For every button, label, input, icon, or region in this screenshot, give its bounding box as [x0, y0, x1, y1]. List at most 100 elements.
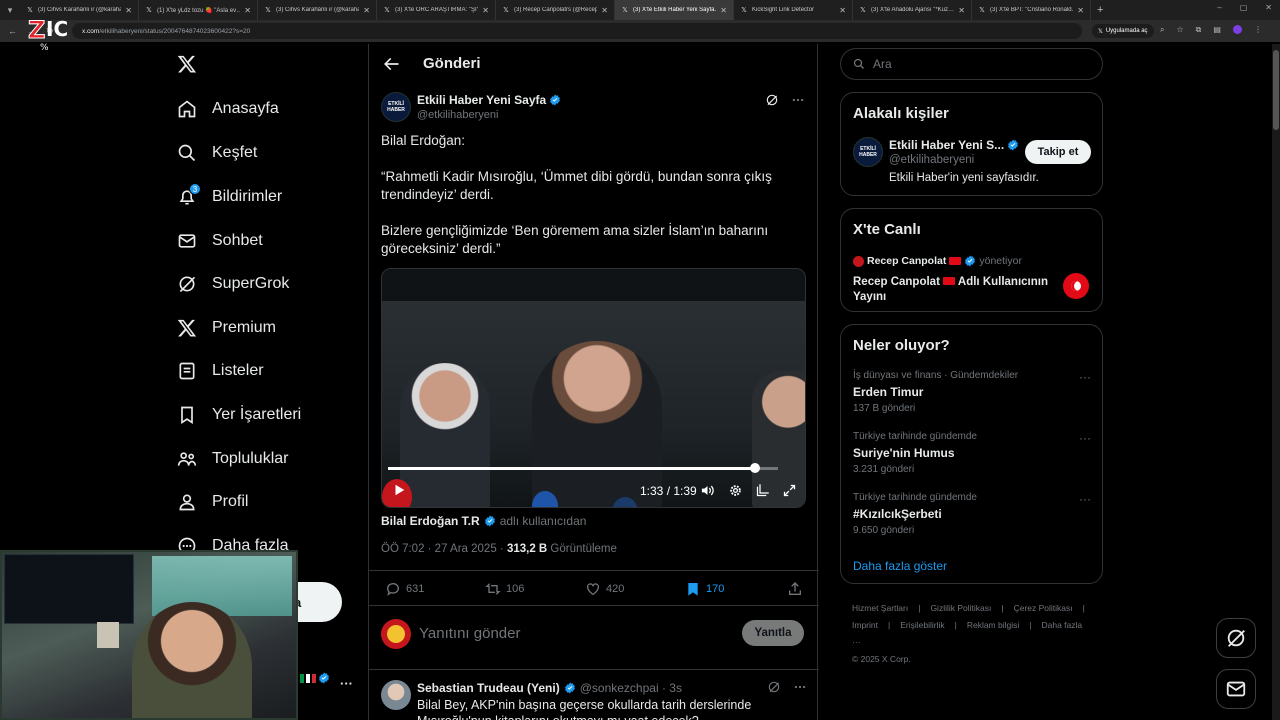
bookmark-button[interactable]: 170 — [685, 581, 724, 597]
browser-tab[interactable]: 𝕏 (3) X'te Anadolu Ajansı "*Kuz… ✕ — [853, 0, 972, 20]
browser-tab[interactable]: 𝕏 (3) Cihvs Karahânli ır (@karahan… ✕ — [258, 0, 377, 20]
live-stream-title[interactable]: Recep Canpolat Adlı Kullanıcının Yayını — [853, 275, 1053, 305]
tab-close-icon[interactable]: ✕ — [958, 6, 965, 15]
tab-close-icon[interactable]: ✕ — [482, 6, 489, 15]
search-input[interactable]: Ara — [840, 48, 1103, 80]
browser-tab[interactable]: 𝕏 KickSight Link Detector ✕ — [734, 0, 853, 20]
reply-author-row: Sebastian Trudeau (Yeni) @sonkezchpai · … — [417, 681, 682, 695]
like-button[interactable]: 420 — [585, 581, 624, 597]
footer-link[interactable]: Imprint — [852, 620, 878, 630]
menu-icon[interactable]: ⋮ — [1254, 25, 1262, 36]
video-credit[interactable]: Bilal Erdoğan T.R adlı kullanıcıdan — [381, 514, 586, 528]
related-avatar[interactable]: ETKİLİ HABER — [853, 137, 883, 167]
reply-icon — [387, 583, 399, 596]
browser-tab[interactable]: 𝕏 (3) X'te ORC ARAŞTIRMA: "ŞİYA… ✕ — [377, 0, 496, 20]
user-avatar[interactable] — [381, 619, 411, 649]
trend-item[interactable]: İş dünyası ve finans · Gündemdekiler Erde… — [853, 370, 1093, 414]
grok-icon[interactable] — [767, 680, 781, 694]
footer-link[interactable]: Hizmet Şartları — [852, 603, 908, 613]
back-arrow-icon[interactable] — [381, 54, 401, 74]
related-name-row[interactable]: Etkili Haber Yeni S... — [889, 138, 1019, 152]
account-more-icon[interactable]: ··· — [340, 676, 353, 691]
messages-fab[interactable] — [1216, 669, 1256, 709]
nav-item-yer-i-şaretleri[interactable]: Yer İşaretleri — [170, 395, 301, 435]
reply-author-name[interactable]: Sebastian Trudeau (Yeni) — [417, 681, 560, 695]
more-icon[interactable] — [791, 93, 805, 107]
nav-item-premium[interactable]: Premium — [170, 308, 276, 348]
reply-input[interactable]: Yanıtını gönder — [419, 625, 520, 642]
more-icon[interactable] — [793, 680, 807, 694]
tab-close-icon[interactable]: ✕ — [601, 6, 608, 15]
fullscreen-icon[interactable] — [782, 483, 797, 498]
browser-tab[interactable]: 𝕏 (3) X'te Etkili Haber Yeni Sayfa… ✕ — [615, 0, 734, 20]
video-progress-bar[interactable] — [388, 463, 778, 473]
author-name: Etkili Haber Yeni Sayfa — [417, 93, 547, 107]
repost-button[interactable]: 106 — [485, 581, 524, 597]
volume-icon[interactable] — [700, 483, 715, 498]
nav-item-sohbet[interactable]: Sohbet — [170, 221, 263, 261]
browser-tab[interactable]: 𝕏 (1) X'te yLdz tozu 🍓 "Asla ev… ✕ — [139, 0, 258, 20]
tweet-timestamp[interactable]: ÖÖ 7:02 · 27 Ara 2025 · — [381, 543, 507, 555]
open-in-app-button[interactable]: 𝕏 Uygulamada aç — [1092, 24, 1154, 38]
profile-avatar[interactable] — [1232, 25, 1242, 36]
extensions-icon[interactable]: ⧉ — [1196, 25, 1202, 36]
page-scrollbar[interactable] — [1272, 44, 1280, 720]
tab-close-icon[interactable]: ✕ — [363, 6, 370, 15]
footer-link[interactable]: Erişilebilirlik — [900, 620, 944, 630]
settings-gear-icon[interactable] — [728, 483, 743, 498]
grok-fab[interactable] — [1216, 618, 1256, 658]
reply-author-avatar[interactable] — [381, 680, 411, 710]
tab-close-icon[interactable]: ✕ — [720, 6, 727, 15]
tab-close-icon[interactable]: ✕ — [1077, 6, 1084, 15]
bookmark-star-icon[interactable]: ☆ — [1176, 25, 1183, 36]
nav-item-anasayfa[interactable]: Anasayfa — [170, 89, 279, 129]
browser-tab[interactable]: 𝕏 (3) X'te BPT: "Cristiano Ronald… ✕ — [972, 0, 1091, 20]
tab-close-icon[interactable]: ✕ — [244, 6, 251, 15]
nav-item-label: Sohbet — [212, 232, 263, 249]
author-avatar[interactable]: ETKİLİ HABER — [381, 92, 411, 122]
reply-button[interactable]: 631 — [385, 581, 424, 597]
trend-item[interactable]: Türkiye tarihinde gündemde #KızılcıkŞerbe… — [853, 492, 1093, 536]
footer-link[interactable]: Gizlilik Politikası — [930, 603, 991, 613]
new-tab-button[interactable]: + — [1097, 4, 1103, 16]
close-window-icon[interactable]: ✕ — [1265, 3, 1272, 12]
video-player[interactable]: 1:33 / 1:39 — [381, 268, 806, 508]
nav-item-keşfet[interactable]: Keşfet — [170, 133, 257, 173]
sidebar-icon[interactable]: ▤ — [1213, 25, 1221, 36]
tab-close-icon[interactable]: ✕ — [125, 6, 132, 15]
tab-list-button[interactable]: ▾ — [0, 0, 20, 20]
grok-icon[interactable] — [765, 93, 779, 107]
verified-icon — [319, 672, 329, 684]
picture-in-picture-icon[interactable] — [755, 483, 770, 498]
tab-close-icon[interactable]: ✕ — [839, 6, 846, 15]
reply-submit-button[interactable]: Yanıtla — [742, 620, 804, 646]
trend-more-icon[interactable]: ··· — [1079, 492, 1093, 506]
play-icon[interactable] — [392, 483, 406, 497]
nav-item-supergrok[interactable]: SuperGrok — [170, 264, 289, 304]
back-icon[interactable]: ← — [8, 26, 17, 37]
url-field[interactable]: x.com/etkilihaberyeni/status/20047648740… — [72, 23, 1082, 39]
trend-item[interactable]: Türkiye tarihinde gündemde Suriye'nin Hum… — [853, 431, 1093, 475]
show-more-link[interactable]: Daha fazla göster — [853, 559, 947, 573]
footer-link[interactable]: Reklam bilgisi — [967, 620, 1019, 630]
footer-link[interactable]: Çerez Politikası — [1014, 603, 1073, 613]
nav-item-listeler[interactable]: Listeler — [170, 351, 264, 391]
share-button[interactable] — [787, 581, 803, 597]
browser-tab[interactable]: 𝕏 (3) Recep Canpolatrs (@Recep… ✕ — [496, 0, 615, 20]
nav-item-profil[interactable]: Profil — [170, 482, 248, 522]
trend-more-icon[interactable]: ··· — [1079, 431, 1093, 445]
x-logo-icon[interactable] — [177, 54, 197, 74]
nav-item-bildirimler[interactable]: 3 Bildirimler — [170, 177, 282, 217]
live-channel-logo[interactable] — [1063, 273, 1089, 299]
trend-more-icon[interactable]: ··· — [1079, 370, 1093, 384]
maximize-icon[interactable]: ▢ — [1240, 3, 1248, 12]
follow-button[interactable]: Takip et — [1025, 140, 1091, 164]
author-handle[interactable]: @etkilihaberyeni — [417, 109, 499, 121]
zoom-icon[interactable]: ⌕ — [1160, 25, 1164, 36]
trend-category: İş dünyası ve finans · Gündemdekiler — [853, 370, 1019, 381]
reply-tweet[interactable]: Sebastian Trudeau (Yeni) @sonkezchpai · … — [369, 670, 819, 720]
minimize-icon[interactable]: – — [1217, 3, 1221, 12]
author-name-row[interactable]: Etkili Haber Yeni Sayfa — [417, 93, 561, 107]
live-host-row[interactable]: Recep Canpolat yönetiyor — [853, 255, 1022, 267]
nav-item-topluluklar[interactable]: Topluluklar — [170, 439, 288, 479]
